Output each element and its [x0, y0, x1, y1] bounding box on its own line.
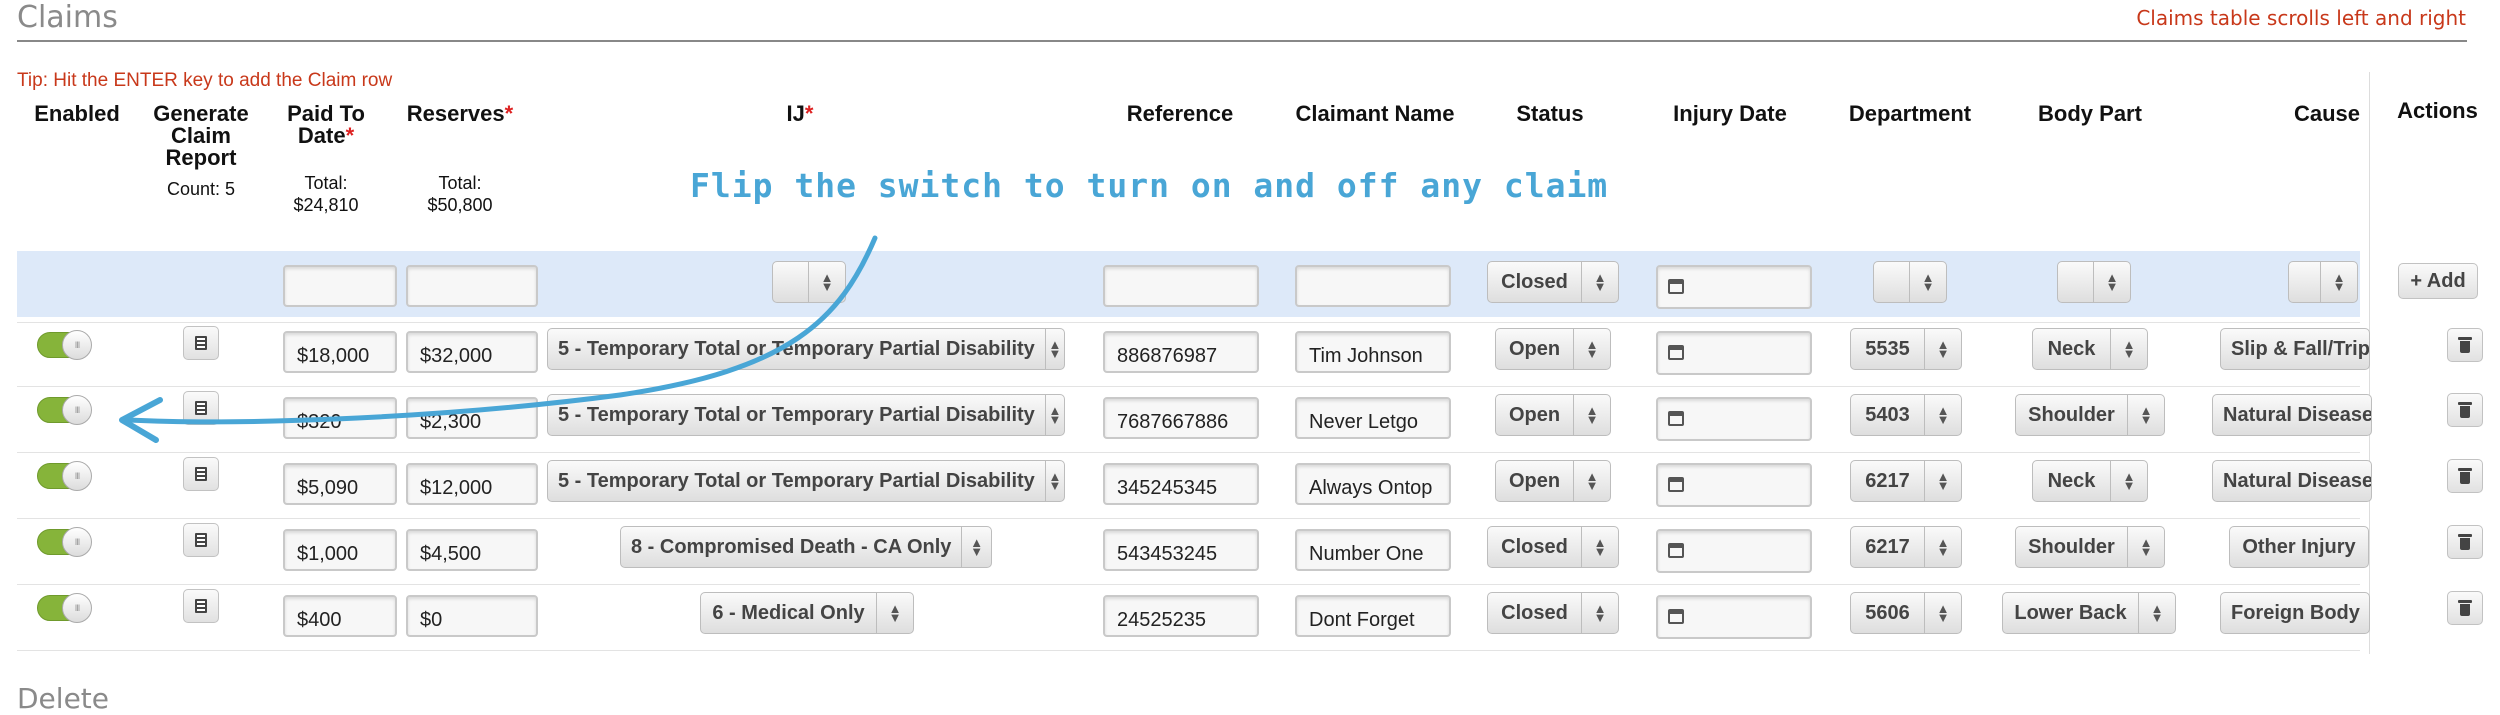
delete-section-title: Delete — [17, 682, 109, 715]
annotation-arrow — [119, 235, 878, 443]
